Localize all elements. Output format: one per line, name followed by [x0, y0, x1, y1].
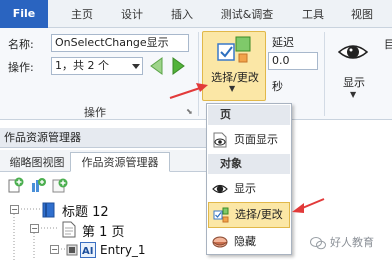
select-change-dropdown: 页 页面显示 对象 显示 选择/更改 隐藏 [206, 103, 292, 255]
select-change-icon [213, 207, 229, 223]
add-action-icon[interactable] [52, 177, 68, 193]
menu-header-object: 对象 [208, 154, 290, 174]
action-label: 操作: [8, 61, 34, 74]
tab-design[interactable]: 设计 [112, 0, 152, 28]
menu-item-show[interactable]: 显示 [208, 177, 290, 201]
tab-view[interactable]: 视图 [342, 0, 382, 28]
collapse-icon[interactable]: − [10, 205, 19, 214]
collapse-icon[interactable]: − [30, 224, 39, 233]
delay-input[interactable]: 0.0 [268, 52, 318, 70]
eye-icon [212, 184, 228, 194]
page-icon [62, 221, 76, 238]
group-label-action: 操作 [84, 106, 106, 119]
menu-item-hide[interactable]: 隐藏 [208, 230, 290, 254]
previous-action-icon[interactable] [148, 56, 166, 76]
annotation-arrow-icon [292, 198, 325, 213]
ribbon-separator [324, 32, 325, 116]
title-book-icon [42, 202, 55, 218]
ribbon: 名称: OnSelectChange显示 操作: 1，共 2 个 操作 ⬊ 选择… [0, 28, 392, 120]
ribbon-separator [198, 32, 199, 116]
tab-test[interactable]: 测试&调查 [212, 0, 282, 28]
tree-label-title: 标题 12 [62, 205, 109, 220]
hide-icon [212, 236, 228, 248]
delay-label: 延迟 [272, 36, 294, 49]
add-object-icon[interactable] [30, 177, 46, 193]
seconds-label: 秒 [272, 80, 283, 93]
ribbon-tab-bar: File 主页 设计 插入 测试&调查 工具 视图 [0, 0, 392, 28]
menu-item-select-change[interactable]: 选择/更改 [208, 202, 290, 228]
tab-title-explorer[interactable]: 作品资源管理器 [70, 152, 170, 172]
select-change-icon [217, 36, 251, 63]
tab-tools[interactable]: 工具 [293, 0, 333, 28]
tree-label-page: 第 1 页 [82, 225, 125, 240]
tab-home[interactable]: 主页 [62, 0, 102, 28]
watermark: 好人教育 [310, 232, 390, 254]
select-change-label: 选择/更改 [211, 71, 259, 84]
annotation-arrow-icon [169, 83, 208, 99]
watermark-text: 好人教育 [330, 236, 374, 249]
menu-item-page-show-label: 页面显示 [234, 133, 278, 146]
wechat-icon [310, 237, 326, 250]
eye-icon [338, 45, 368, 59]
tab-thumbnail-view[interactable]: 缩略图视图 [4, 152, 70, 172]
tab-file[interactable]: File [0, 0, 48, 28]
select-change-button[interactable]: 选择/更改 ▼ [202, 31, 266, 101]
tree-label-entry: Entry_1 [100, 243, 146, 257]
svg-text:AI: AI [82, 246, 93, 257]
text-entry-icon: AI [80, 242, 96, 258]
menu-item-hide-label: 隐藏 [234, 235, 256, 248]
menu-item-select-change-label: 选择/更改 [235, 208, 283, 221]
dialog-launcher-icon[interactable]: ⬊ [186, 107, 193, 116]
menu-header-page: 页 [208, 105, 290, 125]
show-button-label: 显示 [343, 76, 365, 89]
menu-item-show-label: 显示 [234, 182, 256, 195]
chevron-down-icon: ▼ [229, 84, 236, 93]
collapse-icon[interactable]: − [50, 245, 59, 254]
chevron-down-icon: ▼ [350, 90, 357, 99]
page-eye-icon [213, 132, 227, 148]
next-action-icon[interactable] [170, 56, 188, 76]
chevron-down-icon[interactable] [132, 62, 140, 70]
field-indicator-icon [66, 244, 78, 256]
tab-insert[interactable]: 插入 [162, 0, 202, 28]
menu-item-page-show[interactable]: 页面显示 [208, 128, 290, 152]
add-page-icon[interactable] [8, 177, 24, 193]
action-select[interactable]: 1，共 2 个 [51, 57, 143, 75]
name-field[interactable]: OnSelectChange显示 [51, 34, 189, 52]
name-label: 名称: [8, 38, 34, 51]
show-button[interactable]: 显示 ▼ [330, 32, 378, 102]
cut-off-label: 目 [384, 38, 392, 51]
